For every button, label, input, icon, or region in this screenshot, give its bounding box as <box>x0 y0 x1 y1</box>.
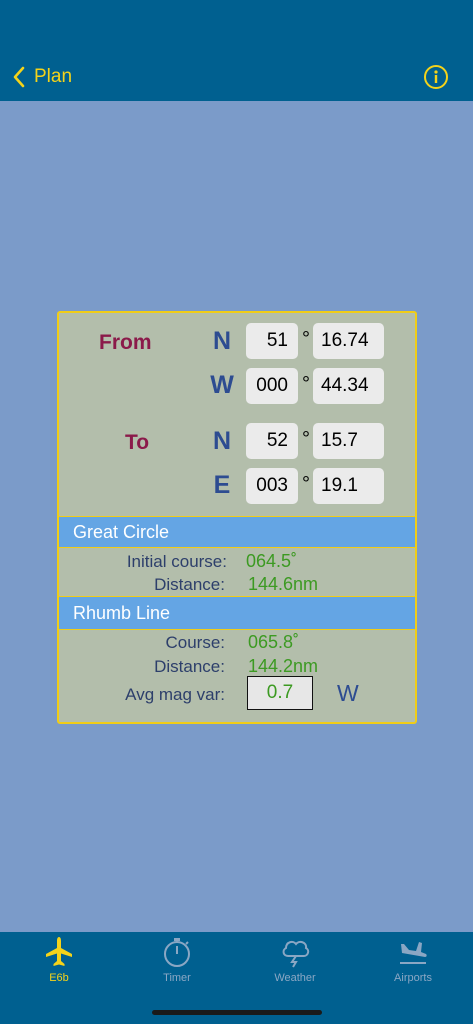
info-circle-icon[interactable] <box>423 64 449 90</box>
magvar-direction[interactable]: W <box>337 680 359 707</box>
tab-label-weather: Weather <box>274 972 316 984</box>
initial-course-value: 064.5˚ <box>246 551 298 571</box>
from-lat-hemisphere[interactable]: N <box>207 327 237 356</box>
rl-course-label: Course: <box>165 633 225 652</box>
rl-course-value: 065.8˚ <box>248 632 300 652</box>
tab-label-e6b: E6b <box>49 972 69 984</box>
degree-symbol: ° <box>302 428 310 450</box>
degree-symbol: ° <box>302 473 310 495</box>
tab-label-timer: Timer <box>163 972 191 984</box>
magvar-input[interactable]: 0.7 <box>247 676 313 710</box>
from-lon-hemisphere[interactable]: W <box>207 371 237 400</box>
initial-course-label: Initial course: <box>126 552 227 571</box>
from-lon-minutes-field[interactable]: 44.34 <box>313 368 384 404</box>
from-lon-degrees-field[interactable]: 000 <box>246 368 298 404</box>
rl-distance-label: Distance: <box>154 657 225 676</box>
home-indicator[interactable] <box>152 1010 322 1015</box>
to-lon-hemisphere[interactable]: E <box>207 471 237 500</box>
to-lon-degrees-field[interactable]: 003 <box>246 468 298 504</box>
stopwatch-icon <box>164 938 190 967</box>
airplane-landing-icon <box>400 942 427 964</box>
gc-distance-label: Distance: <box>154 575 225 594</box>
from-lat-minutes-field[interactable]: 16.74 <box>313 323 384 359</box>
to-lat-minutes-field[interactable]: 15.7 <box>313 423 384 459</box>
to-label: To <box>125 431 150 454</box>
tab-airports[interactable]: Airports <box>354 932 472 992</box>
tab-e6b[interactable]: E6b <box>0 932 118 992</box>
back-button[interactable]: Plan <box>12 64 72 90</box>
tab-timer[interactable]: Timer <box>118 932 236 992</box>
airplane-icon <box>46 937 72 966</box>
magvar-label: Avg mag var: <box>125 685 225 704</box>
to-lat-degrees-field[interactable]: 52 <box>246 423 298 459</box>
gc-distance-value: 144.6nm <box>248 574 319 594</box>
from-label: From <box>99 331 152 354</box>
back-label: Plan <box>34 66 73 87</box>
to-lat-hemisphere[interactable]: N <box>207 427 237 456</box>
rhumb-line-header: Rhumb Line <box>59 596 415 630</box>
to-lon-minutes-field[interactable]: 19.1 <box>313 468 384 504</box>
tab-label-airports: Airports <box>394 972 432 984</box>
rl-distance-value: 144.2nm <box>248 656 319 676</box>
degree-symbol: ° <box>302 328 310 350</box>
tab-weather[interactable]: Weather <box>236 932 354 992</box>
from-lat-degrees-field[interactable]: 51 <box>246 323 298 359</box>
chevron-left-icon <box>13 66 25 88</box>
thunderstorm-icon <box>282 940 310 968</box>
calculator-panel: From N 51 ° 16.74 W 000 ° 44.34 To N 52 … <box>57 311 417 724</box>
degree-symbol: ° <box>302 373 310 395</box>
nav-header: Plan <box>0 0 473 101</box>
great-circle-header: Great Circle <box>59 516 415 548</box>
